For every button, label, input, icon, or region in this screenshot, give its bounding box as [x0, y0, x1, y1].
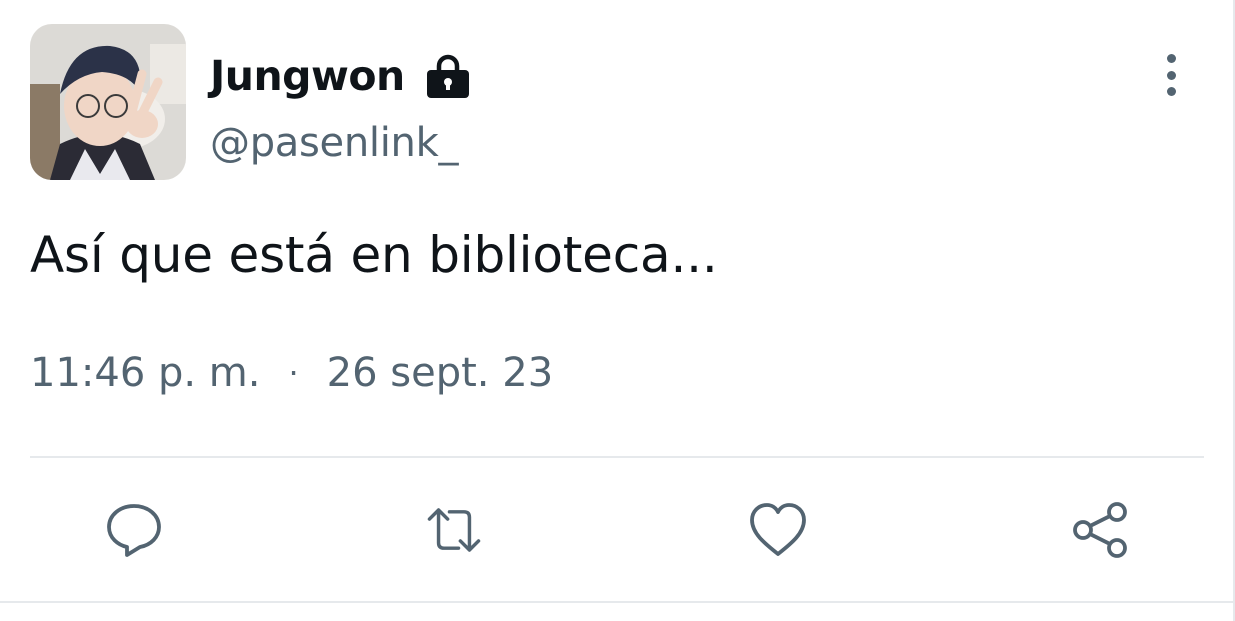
reply-button[interactable]: [104, 500, 164, 560]
reply-icon: [107, 504, 161, 557]
tweet-text: Así que está en biblioteca...: [30, 226, 718, 284]
lock-icon: [425, 53, 471, 99]
share-button[interactable]: [1070, 500, 1130, 560]
more-dot: [1166, 54, 1176, 63]
tweet-date[interactable]: 26 sept. 23: [327, 350, 553, 396]
divider: [30, 456, 1204, 458]
more-vertical-icon[interactable]: [1152, 52, 1190, 98]
avatar-photo: [30, 24, 186, 180]
more-dot: [1166, 70, 1176, 80]
tweet-time[interactable]: 11:46 p. m.: [30, 350, 261, 396]
display-name[interactable]: Jungwon: [210, 52, 405, 100]
author-name-row: Jungwon: [210, 48, 471, 104]
meta-separator: ·: [288, 354, 299, 392]
like-button[interactable]: [748, 500, 808, 560]
share-icon: [1073, 502, 1127, 558]
retweet-button[interactable]: [424, 500, 484, 560]
tweet-detail: Jungwon @pasenlink_ Así que está en bibl…: [0, 0, 1235, 621]
avatar[interactable]: [30, 24, 186, 180]
retweet-icon: [427, 508, 481, 552]
bottom-divider: [0, 601, 1235, 603]
more-dot: [1166, 87, 1176, 96]
handle[interactable]: @pasenlink_: [210, 120, 458, 166]
tweet-meta: 11:46 p. m. · 26 sept. 23: [30, 350, 553, 396]
heart-icon: [750, 503, 806, 556]
